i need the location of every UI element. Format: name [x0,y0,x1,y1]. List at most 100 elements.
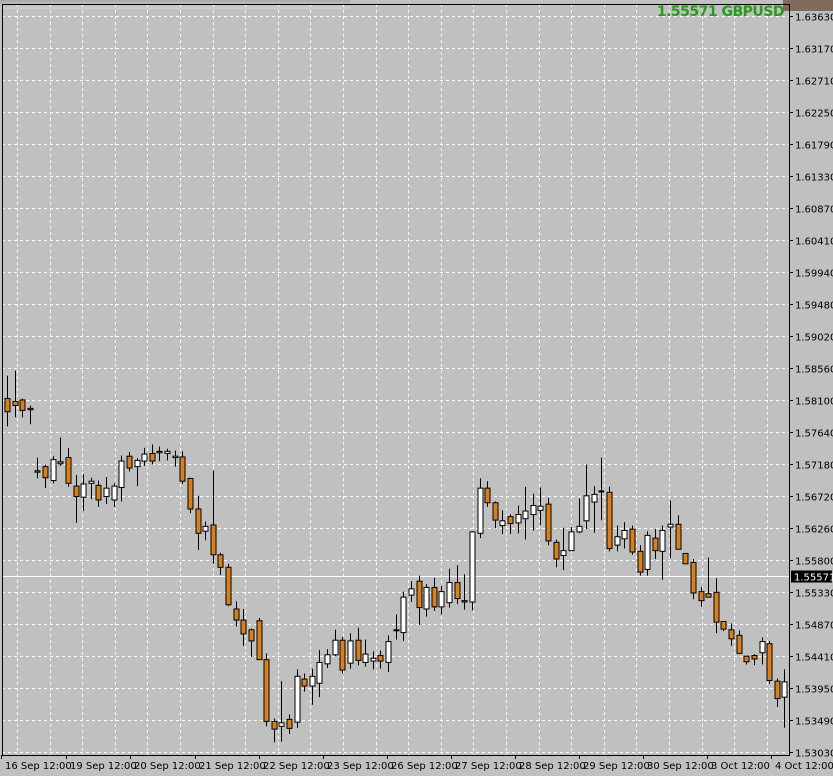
candle [339,636,346,674]
candle [393,614,400,640]
candle [332,629,339,657]
candle [537,487,544,525]
candle-body-bull [477,487,484,534]
candle [134,458,141,487]
candle-body-bear [606,491,613,550]
candle-body-bull [576,525,583,533]
candle [263,653,270,727]
candle [210,470,217,564]
price-tick-label: 1.60410 [795,237,833,248]
candle-body-bull [50,459,57,482]
candle-body-bear [301,678,308,687]
candle-body-bear [728,629,735,640]
price-tick-label: 1.58100 [795,397,833,408]
candle-body-bear [263,659,270,722]
candle [362,639,369,667]
candle-body-bull [370,657,377,662]
candle-body-bear [652,537,659,552]
candle-body-bear [339,639,346,671]
time-tick-label: 30 Sep 12:00 [647,761,714,772]
price-tick-label: 1.60870 [795,205,833,216]
chart-canvas[interactable]: 1.63630 1.63170 1.62710 1.62250 1.61790 1.613… [0,0,833,776]
candle-body-bear [743,655,750,663]
candle-body-bull [446,582,453,604]
candle-body-bear [225,566,232,606]
candle-body-bull [309,675,316,687]
candle [728,623,735,646]
candle-body-bear [751,654,758,660]
candle [553,539,560,568]
candle [377,650,384,669]
candle [720,620,727,632]
symbol-name: GBPUSD [721,4,785,20]
price-tick-label: 1.62250 [795,109,833,120]
candle [149,444,156,465]
candle [316,649,323,698]
candle [408,581,415,603]
candle [743,655,750,665]
current-price-tag-label: 1.55571 [794,573,833,584]
candle [675,515,682,550]
candle [271,718,278,743]
candle-body-bear [256,620,263,661]
candle [370,651,377,670]
candle-body-bear [286,718,293,729]
time-axis: 16 Sep 12:0019 Sep 12:0020 Sep 12:0021 S… [1,755,833,772]
candle-body-bull [400,596,407,634]
candle-body-bear [484,487,491,504]
price-tick-label: 1.56260 [795,525,833,536]
candle [515,505,522,534]
candle-body-bull [667,523,674,528]
candle [461,574,468,610]
time-tick-label: 3 Oct 12:00 [711,761,770,772]
candle [583,464,590,530]
candle-body-bull [423,586,430,610]
candle [27,405,34,425]
price-tick-label: 1.63630 [795,13,833,24]
candle-body-bear [507,516,514,525]
candle-body-bear [126,455,133,469]
candle-body-bull [591,493,598,503]
candle-body-bull [499,520,506,527]
candle [659,525,666,580]
candle-body-bear [27,407,34,411]
time-tick-label: 26 Sep 12:00 [391,761,458,772]
price-chart[interactable]: 1.63630 1.63170 1.62710 1.62250 1.61790 1.613… [0,0,833,776]
candle-body-bull [568,531,575,552]
current-price-tag: 1.55571 [791,570,833,584]
candle [42,464,49,489]
candle-body-bull [347,640,354,664]
price-tick-label: 1.59480 [795,301,833,312]
candle-body-bull [316,661,323,684]
candle [652,529,659,559]
candle [256,617,263,661]
plot-border [2,4,790,756]
candle-body-bull [88,480,95,484]
candle [57,437,64,466]
candle-body-bear [454,582,461,600]
candle-body-bear [690,561,697,594]
candle-body-bear [698,591,705,602]
candle [80,474,87,512]
candle [667,500,674,559]
candle [103,477,110,505]
candle-body-bull [294,675,301,723]
candle-body-bear [19,399,26,411]
candle [278,681,285,742]
candle [492,501,499,529]
candle-body-bear [736,634,743,654]
price-tick-label: 1.53030 [795,749,833,760]
price-tick-label: 1.59020 [795,333,833,344]
candle-body-bear [355,639,362,661]
candle [248,628,255,657]
candle-body-bull [438,591,445,608]
candle [736,630,743,655]
candle [469,531,476,611]
candle-body-bear [4,398,11,413]
candle-body-bear [217,554,224,568]
time-tick-label: 23 Sep 12:00 [327,761,394,772]
candle [95,480,102,507]
candle-body-bull [560,550,567,557]
price-tick-label: 1.54410 [795,653,833,664]
candle-body-bear [675,523,682,550]
